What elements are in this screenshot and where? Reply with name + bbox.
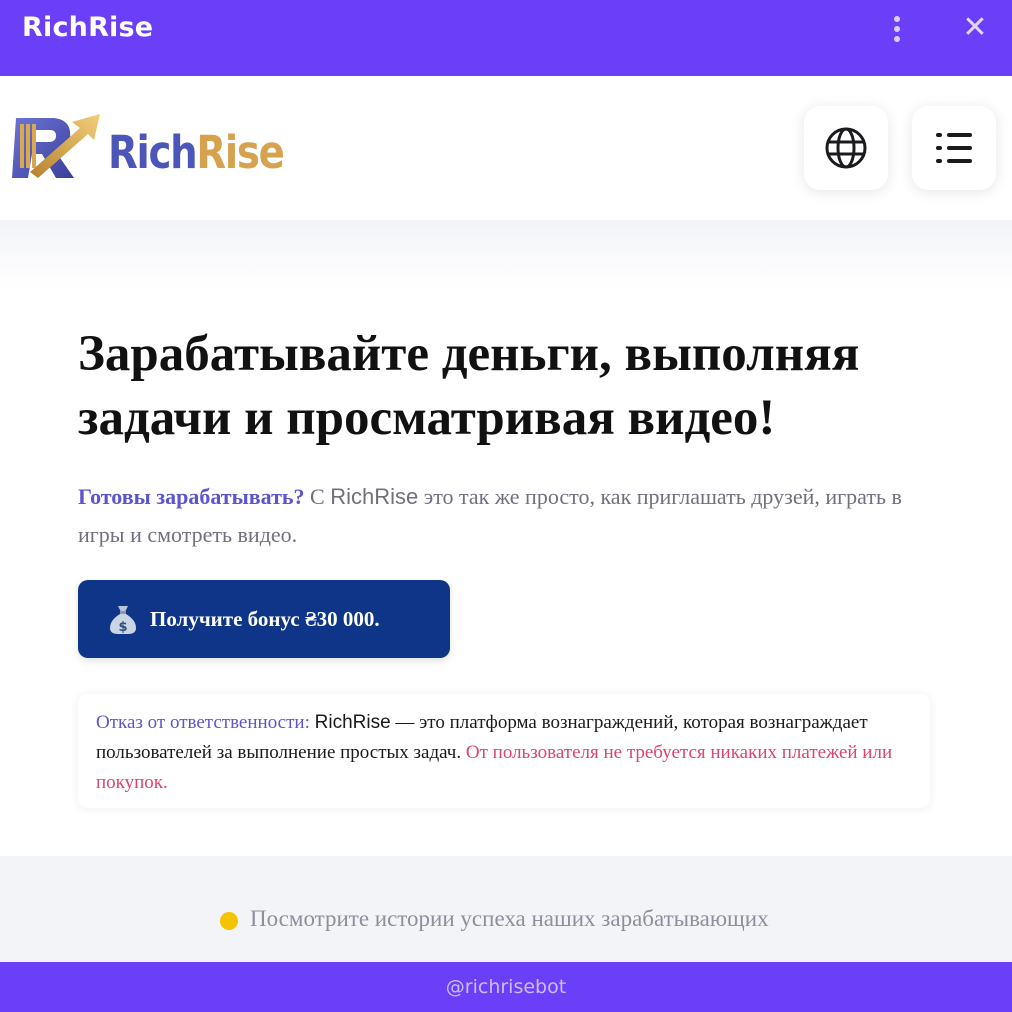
- logo-wordmark[interactable]: RichRise: [108, 126, 285, 179]
- svg-text:$: $: [118, 620, 127, 635]
- get-bonus-label: Получите бонус ₴30 000.: [150, 606, 380, 631]
- logo-wordmark-rich: Rich: [108, 126, 198, 179]
- page-headline: Зарабатывайте деньги, выполняя задачи и …: [78, 322, 958, 450]
- hero-section: Зарабатывайте деньги, выполняя задачи и …: [0, 220, 1012, 856]
- money-bag-icon: $: [110, 606, 136, 635]
- menu-button[interactable]: [912, 106, 996, 190]
- menu-list-icon: [936, 133, 972, 163]
- get-bonus-button[interactable]: $ Получите бонус ₴30 000.: [78, 580, 450, 658]
- hero-lead-text: Готовы зарабатывать? С RichRise это так …: [78, 478, 938, 554]
- close-icon[interactable]: ✕: [958, 10, 992, 46]
- mini-app-titlebar: RichRise ✕: [0, 0, 1012, 76]
- status-dot-icon: [220, 912, 238, 930]
- logo-arrow-icon[interactable]: [10, 110, 102, 184]
- kebab-vertical-icon[interactable]: [884, 14, 910, 44]
- lead-prefix: С: [304, 484, 331, 509]
- window-title: RichRise: [22, 12, 154, 43]
- success-stories-section: Посмотрите истории успеха наших зарабаты…: [0, 856, 1012, 962]
- bot-handle-footer[interactable]: @richrisebot: [0, 962, 1012, 1012]
- globe-icon: [825, 127, 867, 169]
- headline-line-2: задачи и просматривая видео!: [78, 390, 776, 446]
- logo-wordmark-rise: Rise: [196, 126, 284, 179]
- language-button[interactable]: [804, 106, 888, 190]
- site-header: RichRise: [0, 76, 1012, 220]
- disclaimer-card: Отказ от ответственности: RichRise — это…: [78, 694, 930, 808]
- headline-line-1: Зарабатывайте деньги, выполняя: [78, 326, 860, 382]
- disclaimer-title: Отказ от ответственности:: [96, 712, 310, 733]
- lead-accent: Готовы зарабатывать?: [78, 484, 305, 509]
- lead-brand: RichRise: [330, 484, 419, 509]
- disclaimer-brand: RichRise: [314, 712, 391, 733]
- success-stories-heading: Посмотрите истории успеха наших зарабаты…: [250, 906, 769, 931]
